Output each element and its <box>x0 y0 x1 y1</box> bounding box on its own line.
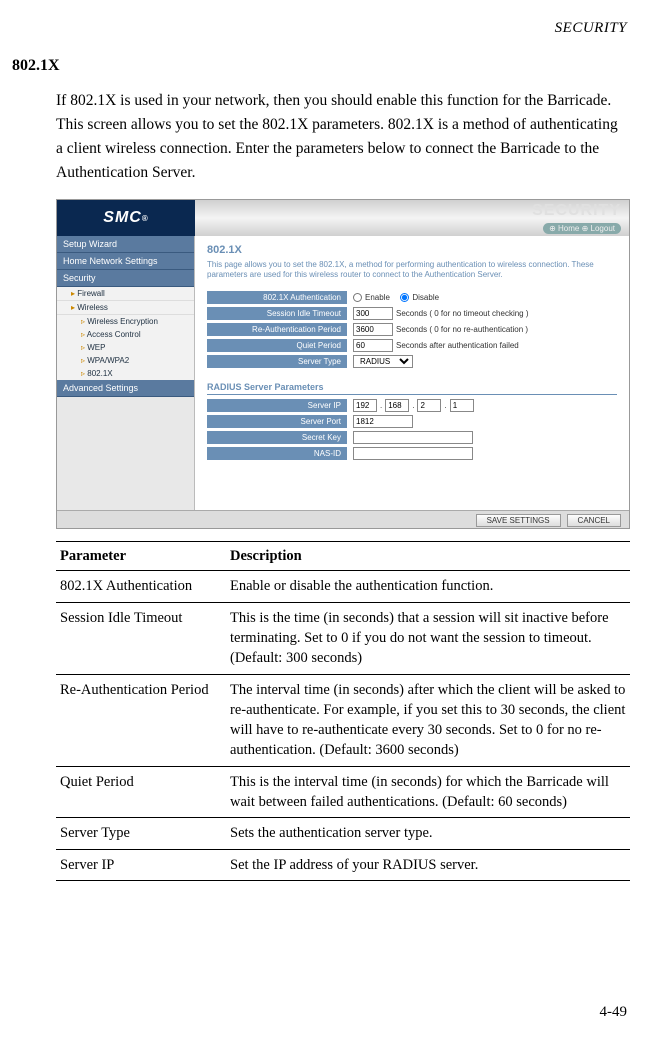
session-hint: Seconds ( 0 for no timeout checking ) <box>396 309 529 318</box>
nav-8021x[interactable]: 802.1X <box>57 367 194 380</box>
table-row: Server IPSet the IP address of your RADI… <box>56 849 630 880</box>
table-row: Re-Authentication PeriodThe interval tim… <box>56 674 630 766</box>
panel-title: 802.1X <box>207 244 617 256</box>
intro-paragraph: If 802.1X is used in your network, then … <box>56 89 627 185</box>
quiet-label: Quiet Period <box>207 339 347 352</box>
session-label: Session Idle Timeout <box>207 307 347 320</box>
ip-octet-2[interactable] <box>385 399 409 412</box>
parameter-table: Parameter Description 802.1X Authenticat… <box>56 541 630 881</box>
reauth-label: Re-Authentication Period <box>207 323 347 336</box>
enable-radio[interactable] <box>353 293 362 302</box>
col-parameter: Parameter <box>56 542 226 571</box>
table-row: Session Idle TimeoutThis is the time (in… <box>56 602 630 674</box>
page-header: SECURITY <box>12 20 627 37</box>
reauth-input[interactable] <box>353 323 393 336</box>
banner-security-label: SECURITY <box>532 202 621 220</box>
logo: SMC® <box>57 200 195 236</box>
nav-advanced[interactable]: Advanced Settings <box>57 380 194 397</box>
nav-firewall[interactable]: Firewall <box>57 287 194 301</box>
nav-setup-wizard[interactable]: Setup Wizard <box>57 236 194 253</box>
nas-input[interactable] <box>353 447 473 460</box>
session-input[interactable] <box>353 307 393 320</box>
nav-wireless-encryption[interactable]: Wireless Encryption <box>57 315 194 328</box>
nav-wep[interactable]: WEP <box>57 341 194 354</box>
banner-links[interactable]: ⊕ Home ⊕ Logout <box>543 223 621 234</box>
nav-home-network[interactable]: Home Network Settings <box>57 253 194 270</box>
section-title: 802.1X <box>12 57 627 75</box>
server-type-select[interactable]: RADIUS <box>353 355 413 368</box>
disable-text: Disable <box>412 293 439 302</box>
page-number: 4-49 <box>600 1004 628 1021</box>
table-row: Server TypeSets the authentication serve… <box>56 818 630 849</box>
sidebar-nav: Setup Wizard Home Network Settings Secur… <box>57 236 195 510</box>
radius-header: RADIUS Server Parameters <box>207 382 617 395</box>
banner: SECURITY ⊕ Home ⊕ Logout <box>195 200 629 236</box>
disable-radio[interactable] <box>400 293 409 302</box>
home-link[interactable]: ⊕ Home <box>549 224 579 233</box>
table-row: 802.1X AuthenticationEnable or disable t… <box>56 571 630 602</box>
quiet-input[interactable] <box>353 339 393 352</box>
secret-input[interactable] <box>353 431 473 444</box>
server-ip-label: Server IP <box>207 399 347 412</box>
main-panel: 802.1X This page allows you to set the 8… <box>195 236 629 510</box>
enable-text: Enable <box>365 293 390 302</box>
panel-description: This page allows you to set the 802.1X, … <box>207 260 617 281</box>
save-button[interactable]: SAVE SETTINGS <box>476 514 561 527</box>
col-description: Description <box>226 542 630 571</box>
nav-security[interactable]: Security <box>57 270 194 287</box>
ip-octet-3[interactable] <box>417 399 441 412</box>
quiet-hint: Seconds after authentication failed <box>396 341 519 350</box>
table-row: Quiet PeriodThis is the interval time (i… <box>56 766 630 818</box>
nav-wireless[interactable]: Wireless <box>57 301 194 315</box>
ip-octet-4[interactable] <box>450 399 474 412</box>
embedded-screenshot: SMC® SECURITY ⊕ Home ⊕ Logout Setup Wiza… <box>56 199 630 529</box>
secret-label: Secret Key <box>207 431 347 444</box>
nav-wpa[interactable]: WPA/WPA2 <box>57 354 194 367</box>
ip-octet-1[interactable] <box>353 399 377 412</box>
server-type-label: Server Type <box>207 355 347 368</box>
server-port-label: Server Port <box>207 415 347 428</box>
logout-link[interactable]: ⊕ Logout <box>582 224 615 233</box>
nav-access-control[interactable]: Access Control <box>57 328 194 341</box>
cancel-button[interactable]: CANCEL <box>567 514 621 527</box>
reauth-hint: Seconds ( 0 for no re-authentication ) <box>396 325 528 334</box>
auth-label: 802.1X Authentication <box>207 291 347 304</box>
nas-label: NAS-ID <box>207 447 347 460</box>
server-port-input[interactable] <box>353 415 413 428</box>
